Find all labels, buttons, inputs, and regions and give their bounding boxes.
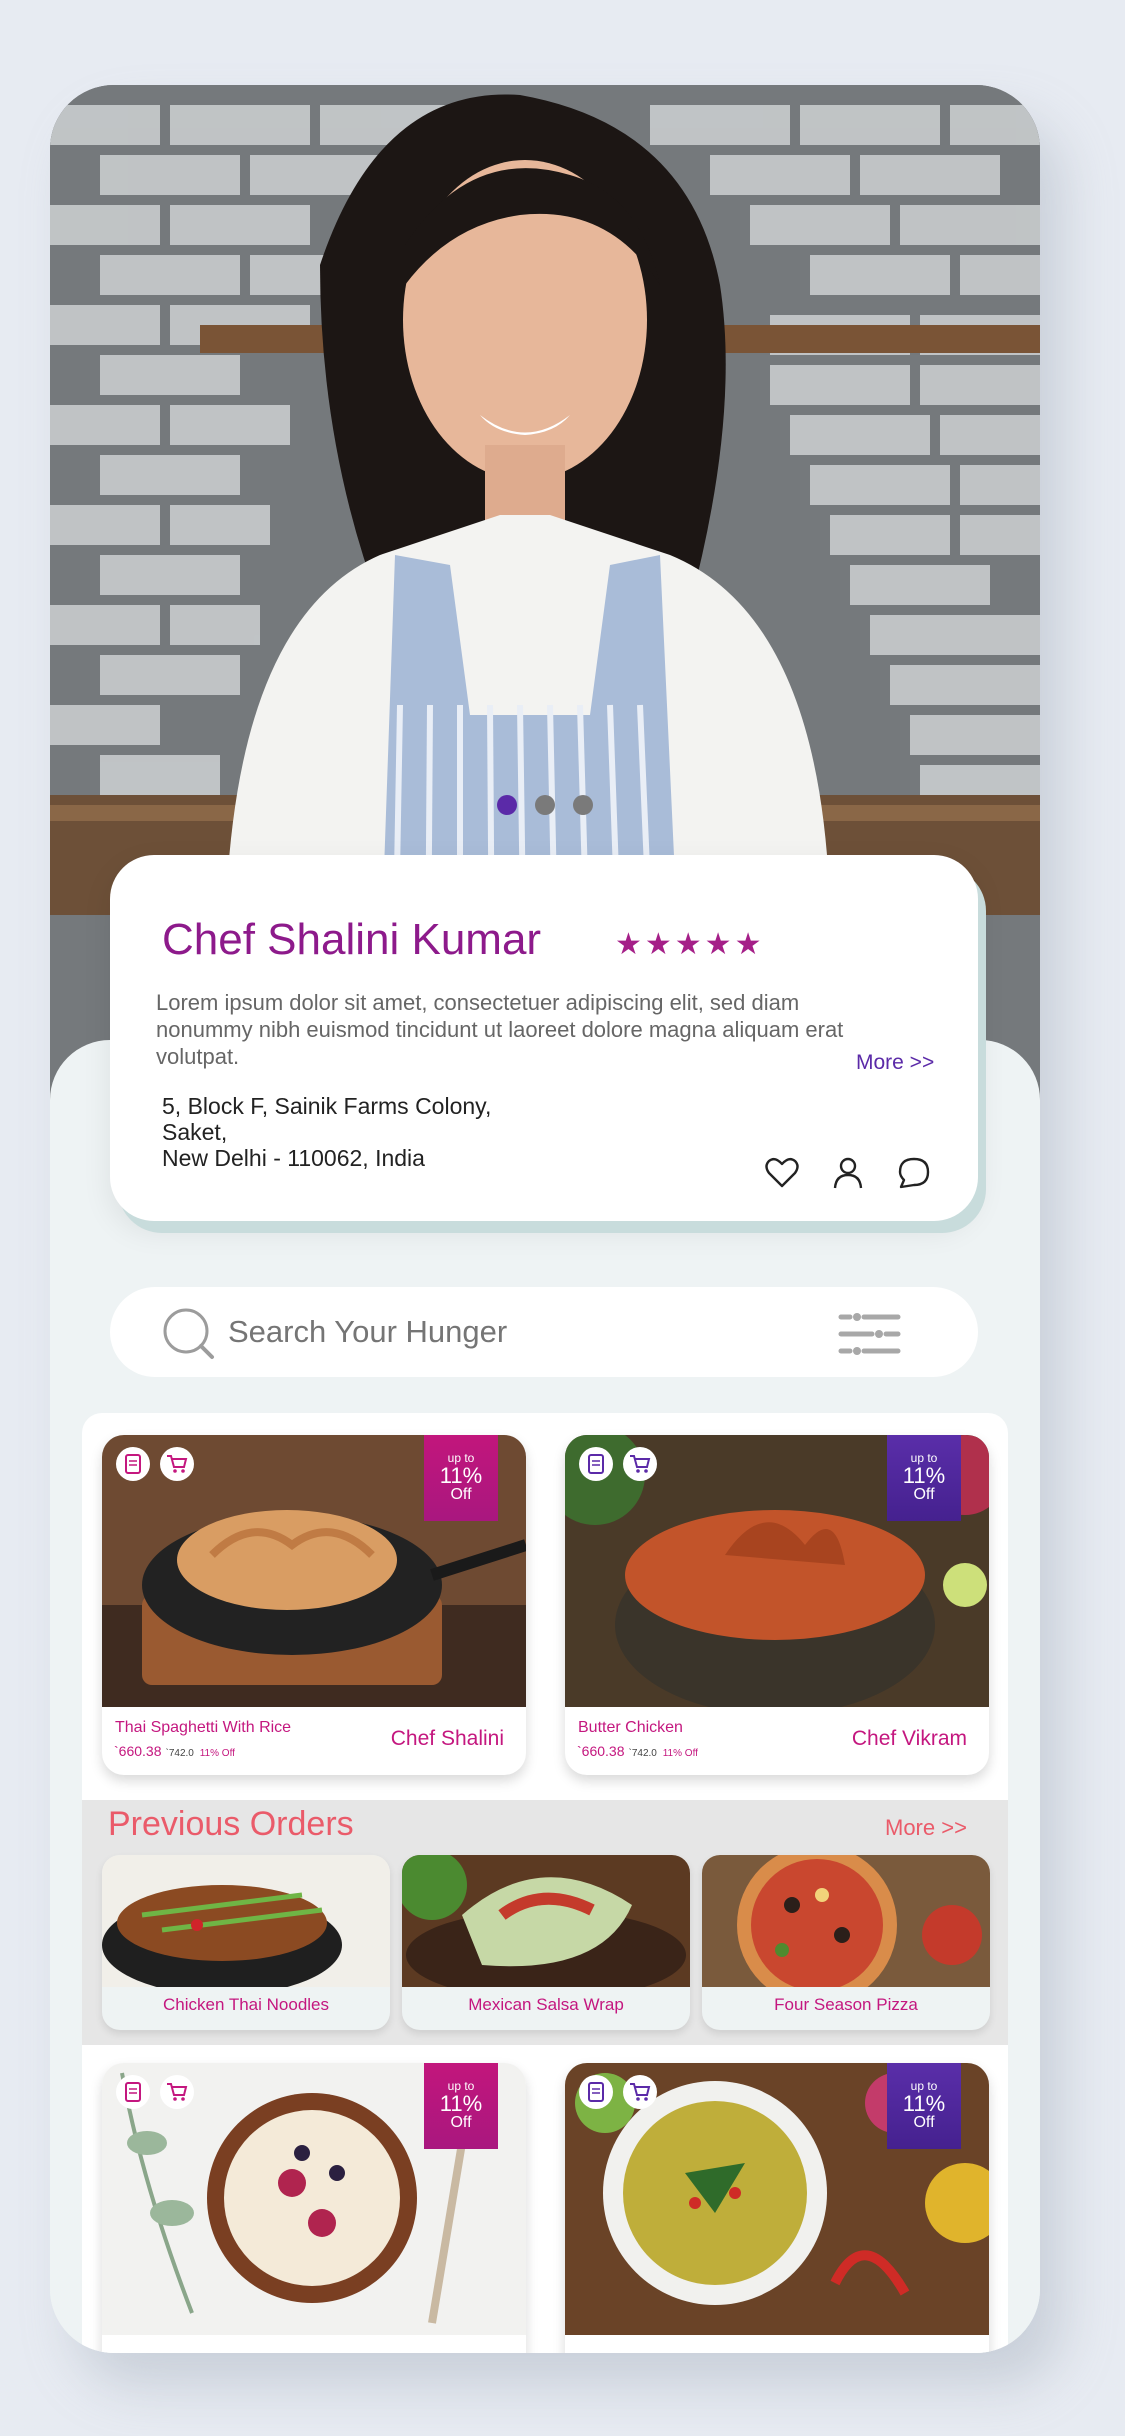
product-chef[interactable]: Chef Shalini	[391, 1727, 504, 1751]
badge-percent: 11%	[439, 1463, 483, 1488]
product-name: Thai Spaghetti With Rice	[115, 1719, 292, 1736]
chef-description: Lorem ipsum dolor sit amet, consectetuer…	[156, 990, 844, 1069]
previous-orders-title: Previous Orders	[108, 1805, 354, 1843]
cart-icon[interactable]	[623, 1447, 657, 1481]
menu-icon[interactable]	[116, 2075, 150, 2109]
product-name: Butter Chicken	[578, 1719, 683, 1736]
search-bar[interactable]	[110, 1287, 978, 1377]
price-current: `660.38	[577, 1743, 625, 1759]
chef-address: 5, Block F, Sainik Farms Colony, Saket, …	[162, 1093, 562, 1171]
chat-icon[interactable]	[896, 1155, 932, 1191]
product-card[interactable]: up to 11% Off	[102, 2063, 526, 2353]
heart-icon[interactable]	[764, 1155, 800, 1191]
cart-icon[interactable]	[160, 1447, 194, 1481]
discount-badge: up to 11% Off	[887, 1435, 961, 1521]
price-discount: 11% Off	[199, 1748, 235, 1759]
user-icon[interactable]	[830, 1155, 866, 1191]
menu-icon[interactable]	[579, 1447, 613, 1481]
address-line-1: 5, Block F, Sainik Farms Colony, Saket,	[162, 1093, 492, 1145]
star-rating: ★★★★★	[615, 928, 765, 961]
menu-icon[interactable]	[116, 1447, 150, 1481]
previous-order-card[interactable]: Chicken Thai Noodles	[102, 1855, 390, 2030]
badge-off: Off	[450, 1486, 472, 1503]
previous-order-card[interactable]: Mexican Salsa Wrap	[402, 1855, 690, 2030]
product-chef[interactable]: Chef Vikram	[852, 1727, 967, 1751]
price-current: `660.38	[114, 1743, 162, 1759]
price-old: `742.0	[165, 1748, 194, 1759]
badge-percent: 11%	[439, 2091, 483, 2116]
badge-percent: 11%	[902, 1463, 946, 1488]
discount-badge: up to 11% Off	[887, 2063, 961, 2149]
previous-order-label: Mexican Salsa Wrap	[468, 1995, 624, 2014]
phone-frame: Chef Shalini Kumar ★★★★★ Lorem ipsum dol…	[50, 85, 1040, 2353]
chef-name: Chef Shalini Kumar	[162, 915, 542, 964]
chef-card[interactable]: Chef Shalini Kumar ★★★★★ Lorem ipsum dol…	[110, 855, 978, 1221]
price-old: `742.0	[628, 1748, 657, 1759]
carousel-dot-3[interactable]	[573, 795, 593, 815]
search-icon[interactable]	[162, 1307, 216, 1366]
badge-off: Off	[450, 2114, 472, 2131]
badge-off: Off	[913, 1486, 935, 1503]
noodles-image	[102, 1855, 390, 1987]
badge-off: Off	[913, 2114, 935, 2131]
menu-icon[interactable]	[579, 2075, 613, 2109]
chef-more-link[interactable]: More >>	[856, 1051, 934, 1075]
previous-order-label: Chicken Thai Noodles	[163, 1995, 329, 2014]
cart-icon[interactable]	[623, 2075, 657, 2109]
search-input[interactable]	[226, 1313, 790, 1351]
chef-actions	[764, 1155, 932, 1191]
price-discount: 11% Off	[662, 1748, 698, 1759]
carousel-dot-1[interactable]	[497, 795, 517, 815]
previous-order-label: Four Season Pizza	[774, 1995, 918, 2014]
product-price: `660.38 `742.0 11% Off	[114, 1743, 235, 1759]
discount-badge: up to 11% Off	[424, 2063, 498, 2149]
cart-icon[interactable]	[160, 2075, 194, 2109]
salsa-wrap-image	[402, 1855, 690, 1987]
product-card[interactable]: up to 11% Off	[565, 2063, 989, 2353]
carousel-dot-2[interactable]	[535, 795, 555, 815]
address-line-2: New Delhi - 110062, India	[162, 1145, 425, 1171]
badge-percent: 11%	[902, 2091, 946, 2116]
previous-orders-more-link[interactable]: More >>	[885, 1815, 967, 1841]
filter-icon[interactable]	[838, 1311, 902, 1362]
product-price: `660.38 `742.0 11% Off	[577, 1743, 698, 1759]
previous-order-card[interactable]: Four Season Pizza	[702, 1855, 990, 2030]
carousel-dots[interactable]	[50, 795, 1040, 815]
pizza-image	[702, 1855, 990, 1987]
discount-badge: up to 11% Off	[424, 1435, 498, 1521]
product-card[interactable]: up to 11% Off Butter Chicken `660.38 `742…	[565, 1435, 989, 1775]
product-card[interactable]: up to 11% Off Thai Spaghetti With Rice `…	[102, 1435, 526, 1775]
